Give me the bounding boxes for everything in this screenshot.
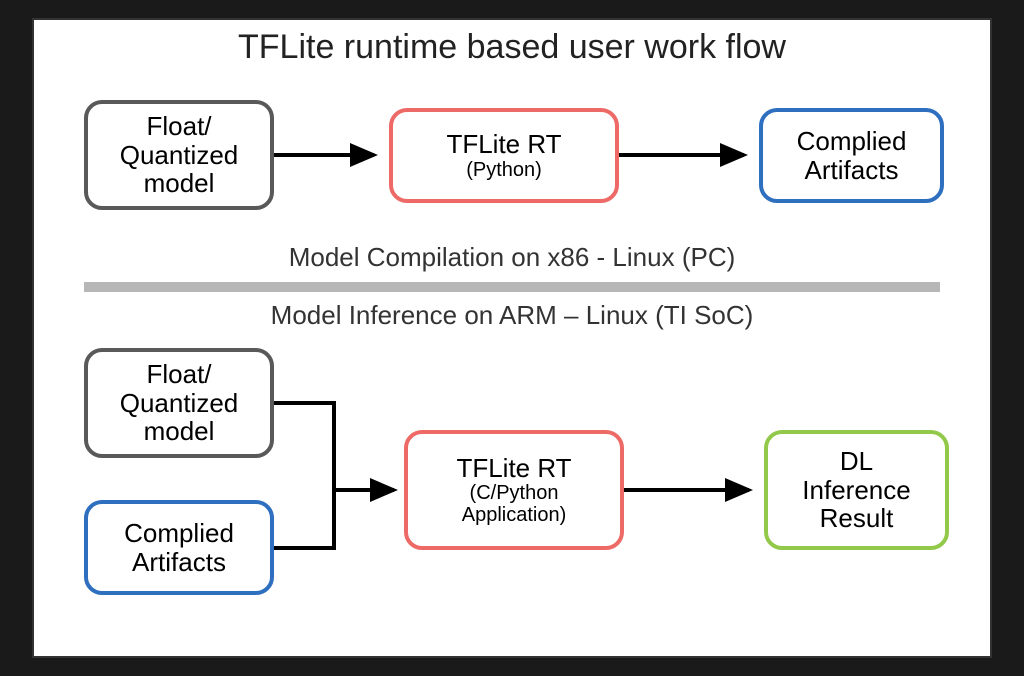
- node-label: Float/: [146, 360, 211, 389]
- node-bottom-result: DL Inference Result: [764, 430, 949, 550]
- node-label: TFLite RT: [456, 454, 571, 483]
- arrow-icon: [624, 470, 764, 510]
- node-top-runtime: TFLite RT (Python): [389, 108, 619, 203]
- node-label: model: [144, 417, 215, 446]
- node-top-model: Float/ Quantized model: [84, 100, 274, 210]
- node-sub-label: Application): [462, 504, 567, 526]
- node-label: DL: [840, 447, 873, 476]
- node-label: Artifacts: [132, 548, 226, 577]
- node-sub-label: (Python): [466, 159, 542, 181]
- node-label: Float/: [146, 112, 211, 141]
- diagram-title: TFLite runtime based user work flow: [34, 28, 990, 67]
- diagram-canvas: TFLite runtime based user work flow Floa…: [32, 18, 992, 658]
- node-sub-label: (C/Python: [470, 482, 559, 504]
- arrow-icon: [619, 135, 759, 175]
- arrow-icon: [274, 135, 389, 175]
- divider: [84, 282, 940, 292]
- node-bottom-model: Float/ Quantized model: [84, 348, 274, 458]
- node-label: TFLite RT: [446, 130, 561, 159]
- node-label: model: [144, 169, 215, 198]
- merge-connector-icon: [274, 380, 409, 570]
- caption-top: Model Compilation on x86 - Linux (PC): [34, 242, 990, 273]
- node-label: Inference: [802, 476, 910, 505]
- node-label: Complied: [124, 519, 234, 548]
- node-label: Artifacts: [805, 156, 899, 185]
- caption-bottom: Model Inference on ARM – Linux (TI SoC): [34, 300, 990, 331]
- node-label: Quantized: [120, 141, 239, 170]
- node-label: Quantized: [120, 389, 239, 418]
- node-label: Result: [820, 504, 894, 533]
- node-bottom-artifacts: Complied Artifacts: [84, 500, 274, 595]
- node-label: Complied: [797, 127, 907, 156]
- node-top-artifacts: Complied Artifacts: [759, 108, 944, 203]
- node-bottom-runtime: TFLite RT (C/Python Application): [404, 430, 624, 550]
